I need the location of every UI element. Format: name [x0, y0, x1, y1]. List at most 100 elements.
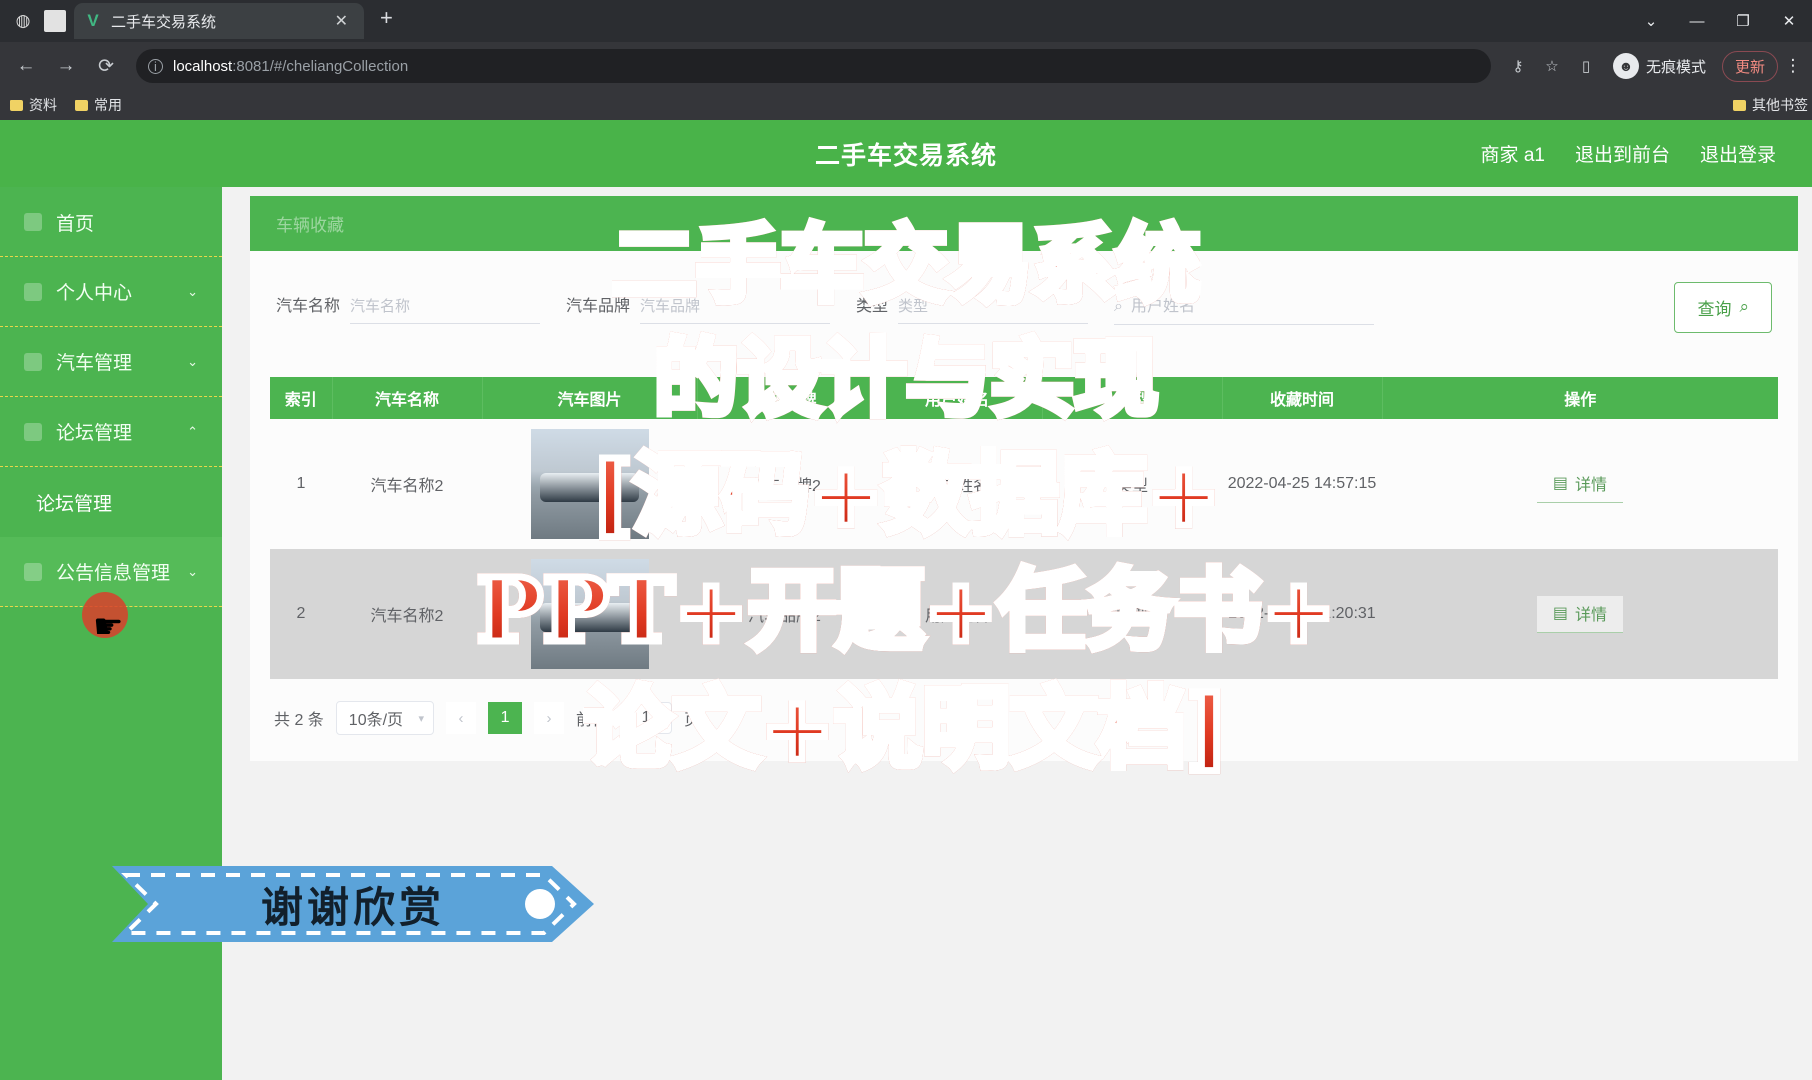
cell-car-name: 汽车名称2	[332, 549, 482, 679]
sidebar-item-home[interactable]: 首页	[0, 187, 222, 257]
incognito-indicator[interactable]: ☻ 无痕模式	[1605, 53, 1714, 79]
chevron-down-icon: ⌄	[187, 563, 198, 579]
chevron-down-icon: ▾	[418, 712, 425, 725]
car-icon	[24, 352, 42, 371]
tab-strip-left: ◍ V 二手车交易系统 ✕ +	[0, 0, 415, 42]
col-car-image: 汽车图片	[482, 377, 698, 419]
car-thumbnail[interactable]	[530, 429, 649, 539]
sidebar-subitem-forum-management[interactable]: 论坛管理	[0, 467, 222, 537]
close-icon[interactable]: ✕	[329, 11, 354, 31]
goto-label: 前往	[576, 712, 609, 729]
sidebar-subitem-label: 论坛管理	[36, 493, 113, 515]
address-bar[interactable]: i localhost:8081/#/cheliangCollection	[136, 49, 1491, 83]
browser-window: ◍ V 二手车交易系统 ✕ + ⌄ — ❐ ✕ ← → ⟳ i localhos…	[0, 0, 1812, 1080]
cell-car-brand: 汽车品牌2	[697, 419, 872, 549]
folder-icon	[10, 99, 23, 111]
detail-button[interactable]: ▤ 详情	[1536, 465, 1624, 503]
current-user[interactable]: 商家 a1	[1481, 140, 1545, 167]
next-page-button[interactable]: ›	[534, 702, 565, 734]
star-icon[interactable]: ☆	[1537, 51, 1567, 81]
sidebar-item-label: 首页	[56, 213, 95, 235]
cell-user-name: 用户姓名	[872, 419, 1042, 549]
bookmark-item[interactable]: 常用	[75, 95, 122, 115]
user-name-search-field: ⌕	[1114, 289, 1375, 325]
back-icon[interactable]: ←	[8, 48, 44, 84]
cell-user-name: 用户姓名	[872, 549, 1042, 679]
sidebar-item-personal-center[interactable]: 个人中心 ⌄	[0, 257, 222, 327]
window-controls: ⌄ — ❐ ✕	[1628, 0, 1812, 42]
query-button[interactable]: 查询 ⌕	[1674, 281, 1772, 333]
vue-logo-icon: V	[87, 11, 99, 30]
other-bookmarks[interactable]: 其他书签	[1733, 95, 1812, 115]
type-field: 类型	[856, 290, 1089, 324]
key-icon[interactable]: ⚷	[1503, 51, 1533, 81]
app-header: 二手车交易系统 商家 a1 退出到前台 退出登录	[0, 120, 1812, 187]
reload-icon[interactable]: ⟳	[88, 48, 124, 84]
chevron-down-icon: ⌄	[187, 283, 198, 299]
detail-button-label: 详情	[1575, 606, 1608, 624]
type-input[interactable]	[898, 290, 1089, 324]
window-close-icon[interactable]: ✕	[1766, 0, 1812, 42]
sidebar-item-label: 公告信息管理	[56, 563, 171, 584]
detail-button[interactable]: ▤ 详情	[1536, 595, 1624, 633]
goto-page-input[interactable]	[620, 702, 673, 734]
table-header-row: 索引 汽车名称 汽车图片 汽车品牌 用户姓名 类型 收藏时间 操作	[270, 377, 1778, 419]
sidebar-item-forum-management[interactable]: 论坛管理 ⌃	[0, 397, 222, 467]
col-car-name: 汽车名称	[332, 377, 483, 419]
tab-search-icon[interactable]	[44, 10, 66, 32]
home-icon	[24, 213, 42, 231]
notice-icon	[24, 562, 42, 581]
cell-collect-time: 2022-04-25 14:57:15	[1222, 419, 1382, 549]
cell-car-name: 汽车名称2	[332, 419, 482, 549]
search-filter-bar: 汽车名称 汽车品牌 类型 ⌕	[270, 277, 1778, 337]
content-card: 汽车名称 汽车品牌 类型 ⌕	[250, 251, 1798, 761]
update-button[interactable]: 更新	[1721, 50, 1778, 82]
chrome-kebab-menu-icon[interactable]: ⋮	[1782, 56, 1804, 76]
car-name-input[interactable]	[350, 290, 541, 324]
maximize-icon[interactable]: ❐	[1720, 0, 1766, 42]
user-name-input[interactable]	[1131, 297, 1375, 316]
panel-icon[interactable]: ▯	[1571, 51, 1601, 81]
car-name-field: 汽车名称	[276, 290, 541, 324]
cell-type: 类型	[1042, 419, 1222, 549]
field-label: 类型	[856, 298, 889, 315]
cell-car-brand: 汽车品牌2	[697, 549, 872, 679]
forum-icon	[24, 422, 42, 441]
sidebar-item-car-management[interactable]: 汽车管理 ⌄	[0, 327, 222, 397]
table-row: 1 汽车名称2 汽车品牌2 用户姓名 类型 2022-04-25 14:57:1…	[270, 419, 1778, 549]
tab-title: 二手车交易系统	[111, 13, 217, 31]
logout[interactable]: 退出登录	[1700, 140, 1776, 167]
new-tab-button[interactable]: +	[364, 5, 409, 31]
minimize-icon[interactable]: —	[1674, 0, 1720, 42]
car-thumbnail[interactable]	[530, 559, 649, 669]
page-number-1[interactable]: 1	[488, 702, 523, 734]
sidebar-item-notice-management[interactable]: 公告信息管理 ⌄	[0, 537, 222, 607]
col-car-brand: 汽车品牌	[697, 377, 873, 419]
cell-index: 1	[270, 419, 332, 549]
bookmark-item[interactable]: 资料	[10, 95, 57, 115]
detail-icon: ▤	[1552, 604, 1569, 622]
tab-strip: ◍ V 二手车交易系统 ✕ + ⌄ — ❐ ✕	[0, 0, 1812, 42]
detail-icon: ▤	[1552, 474, 1569, 492]
bookmarks-bar: 资料 常用 其他书签	[0, 90, 1812, 120]
app-body: 首页 个人中心 ⌄ 汽车管理 ⌄ 论坛管理 ⌃ 论坛管理 公告信息管理 ⌄ 车辆…	[0, 187, 1812, 1080]
col-user-name: 用户姓名	[872, 377, 1043, 419]
incognito-label: 无痕模式	[1645, 58, 1706, 76]
col-action: 操作	[1382, 377, 1778, 419]
cell-car-image	[482, 549, 697, 679]
chevron-down-icon[interactable]: ⌄	[1628, 0, 1674, 42]
car-brand-input[interactable]	[640, 290, 831, 324]
table-row: 2 汽车名称2 汽车品牌2 用户姓名 类型 2022-04-25 11:20:3…	[270, 549, 1778, 679]
forward-icon[interactable]: →	[48, 48, 84, 84]
browser-tab[interactable]: V 二手车交易系统 ✕	[74, 3, 364, 39]
back-to-frontend[interactable]: 退出到前台	[1575, 140, 1670, 167]
prev-page-button[interactable]: ‹	[446, 702, 477, 734]
page-size-select[interactable]: 10条/页 ▾	[335, 701, 435, 735]
field-label: 汽车品牌	[566, 298, 631, 315]
search-icon: ⌕	[1114, 297, 1124, 315]
car-brand-field: 汽车品牌	[566, 290, 831, 324]
site-info-icon[interactable]: i	[148, 58, 163, 74]
chrome-menu-icon[interactable]: ◍	[10, 8, 36, 34]
folder-icon	[1733, 99, 1746, 111]
field-label: 汽车名称	[276, 298, 341, 315]
